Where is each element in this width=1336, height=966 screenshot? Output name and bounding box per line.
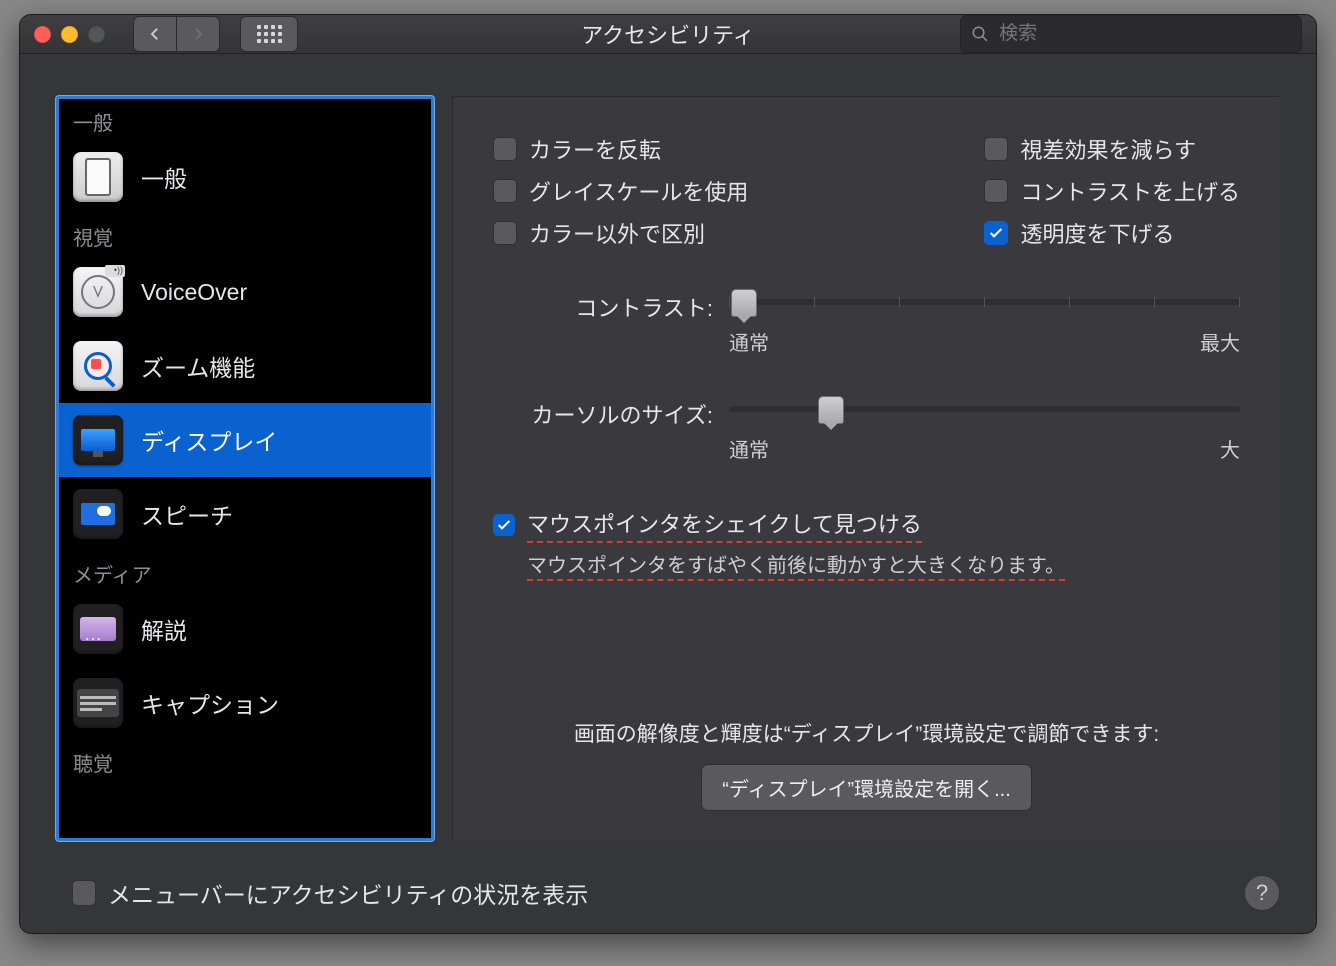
traffic-lights bbox=[34, 26, 105, 43]
sidebar-section-general: 一般 bbox=[59, 99, 431, 140]
caption-icon bbox=[73, 678, 123, 728]
shake-desc: マウスポインタをすばやく前後に動かすと大きくなります。 bbox=[527, 555, 1065, 581]
footer-note: 画面の解像度と輝度は“ディスプレイ”環境設定で調節できます: bbox=[493, 718, 1240, 748]
checkbox-grayscale[interactable]: グレイスケールを使用 bbox=[493, 175, 748, 207]
zoom-icon bbox=[88, 26, 105, 43]
contrast-slider[interactable] bbox=[729, 299, 1240, 305]
checkbox-shake[interactable] bbox=[493, 514, 515, 536]
sidebar-item-label: スピーチ bbox=[141, 497, 233, 531]
sidebar-item-display[interactable]: ディスプレイ bbox=[59, 403, 431, 477]
sidebar-item-label: 解説 bbox=[141, 612, 187, 646]
sidebar-item-general[interactable]: 一般 bbox=[59, 140, 431, 214]
cursor-slider[interactable] bbox=[729, 406, 1240, 412]
checkbox-label: カラーを反転 bbox=[529, 133, 661, 165]
help-button[interactable]: ? bbox=[1244, 875, 1280, 911]
sidebar-item-speech[interactable]: スピーチ bbox=[59, 477, 431, 551]
sidebar: 一般 一般 視覚 •)) VoiceOver ズーム機能 ディスプレイ bbox=[56, 96, 434, 841]
detail-panel: カラーを反転 グレイスケールを使用 カラー以外で区別 視差効果を減らす コントラ… bbox=[452, 96, 1280, 841]
checkbox-reduce-motion[interactable]: 視差効果を減らす bbox=[984, 133, 1240, 165]
chevron-left-icon bbox=[146, 25, 164, 43]
sidebar-item-voiceover[interactable]: •)) VoiceOver bbox=[59, 255, 431, 329]
checkbox-label: コントラストを上げる bbox=[1020, 175, 1240, 207]
minimize-icon[interactable] bbox=[61, 26, 78, 43]
sidebar-item-zoom[interactable]: ズーム機能 bbox=[59, 329, 431, 403]
contrast-slider-row: コントラスト: 通常 最大 bbox=[493, 289, 1240, 356]
search-input[interactable] bbox=[997, 22, 1291, 46]
cursor-slider-row: カーソルのサイズ: 通常 大 bbox=[493, 396, 1240, 463]
sidebar-item-label: 一般 bbox=[141, 160, 187, 194]
shake-to-locate: マウスポインタをシェイクして見つける マウスポインタをすばやく前後に動かすと大き… bbox=[493, 507, 1240, 578]
voiceover-icon: •)) bbox=[73, 267, 123, 317]
cursor-label: カーソルのサイズ: bbox=[493, 396, 713, 430]
chevron-right-icon bbox=[189, 25, 207, 43]
search-field[interactable] bbox=[960, 15, 1302, 53]
checkbox-label: 透明度を下げる bbox=[1020, 217, 1174, 249]
sidebar-item-caption[interactable]: キャプション bbox=[59, 666, 431, 740]
grid-icon bbox=[257, 25, 282, 43]
close-icon[interactable] bbox=[34, 26, 51, 43]
checkbox-menubar-status[interactable]: メニューバーにアクセシビリティの状況を表示 bbox=[72, 876, 588, 910]
checkbox-label: メニューバーにアクセシビリティの状況を表示 bbox=[108, 876, 588, 910]
sidebar-item-label: VoiceOver bbox=[141, 279, 247, 306]
checkbox-differentiate[interactable]: カラー以外で区別 bbox=[493, 217, 748, 249]
sidebar-item-label: ズーム機能 bbox=[141, 349, 255, 383]
sidebar-section-hearing: 聴覚 bbox=[59, 740, 431, 781]
checkbox-label: 視差効果を減らす bbox=[1020, 133, 1196, 165]
sidebar-item-commentary[interactable]: 解説 bbox=[59, 592, 431, 666]
bottom-bar: メニューバーにアクセシビリティの状況を表示 ? bbox=[20, 861, 1316, 934]
shake-title: マウスポインタをシェイクして見つける bbox=[527, 507, 922, 543]
body: 一般 一般 視覚 •)) VoiceOver ズーム機能 ディスプレイ bbox=[20, 54, 1316, 861]
contrast-max: 最大 bbox=[1200, 327, 1240, 356]
checkbox-reduce-transparency[interactable]: 透明度を下げる bbox=[984, 217, 1240, 249]
sidebar-item-label: キャプション bbox=[141, 686, 279, 720]
sidebar-section-vision: 視覚 bbox=[59, 214, 431, 255]
commentary-icon bbox=[73, 604, 123, 654]
titlebar: アクセシビリティ bbox=[20, 15, 1316, 54]
open-display-prefs-button[interactable]: “ディスプレイ”環境設定を開く... bbox=[701, 764, 1032, 811]
zoom-feature-icon bbox=[73, 341, 123, 391]
display-icon bbox=[73, 415, 123, 465]
checkbox-grid: カラーを反転 グレイスケールを使用 カラー以外で区別 視差効果を減らす コントラ… bbox=[493, 133, 1240, 249]
contrast-min: 通常 bbox=[729, 327, 769, 356]
prefs-window: アクセシビリティ 一般 一般 視覚 •)) VoiceOver ズーム機能 bbox=[19, 14, 1317, 934]
forward-button bbox=[177, 16, 220, 52]
search-icon bbox=[971, 24, 989, 44]
check-icon bbox=[496, 517, 512, 533]
cursor-max: 大 bbox=[1220, 434, 1240, 463]
checkbox-increase-contrast[interactable]: コントラストを上げる bbox=[984, 175, 1240, 207]
check-icon bbox=[988, 225, 1004, 241]
back-button[interactable] bbox=[133, 16, 177, 52]
sidebar-item-label: ディスプレイ bbox=[141, 423, 277, 457]
checkbox-invert-colors[interactable]: カラーを反転 bbox=[493, 133, 748, 165]
checkbox-label: カラー以外で区別 bbox=[529, 217, 705, 249]
sidebar-section-media: メディア bbox=[59, 551, 431, 592]
general-icon bbox=[73, 152, 123, 202]
show-all-button[interactable] bbox=[240, 16, 298, 52]
checkbox-label: グレイスケールを使用 bbox=[529, 175, 748, 207]
contrast-label: コントラスト: bbox=[493, 289, 713, 323]
speech-icon bbox=[73, 489, 123, 539]
cursor-min: 通常 bbox=[729, 434, 769, 463]
nav-buttons bbox=[133, 16, 220, 52]
